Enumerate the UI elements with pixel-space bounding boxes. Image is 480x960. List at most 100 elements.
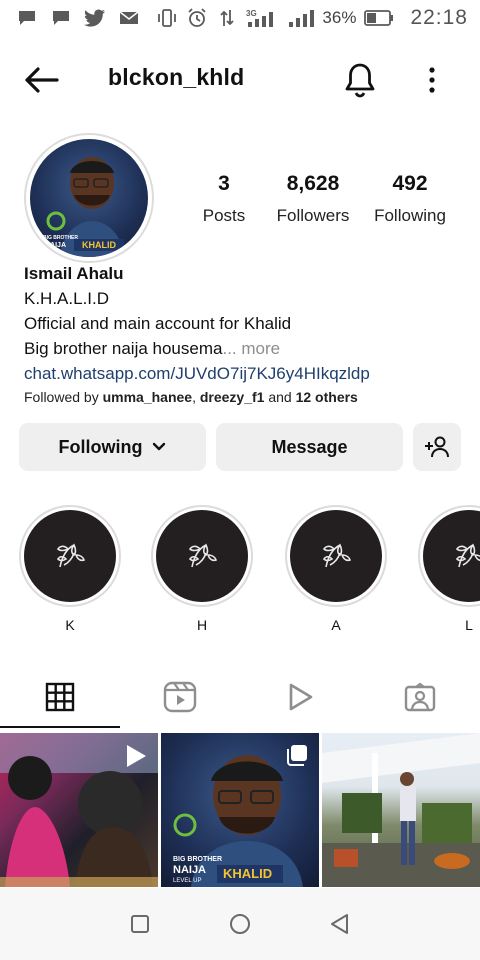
followed-sep: , (192, 389, 200, 405)
add-person-icon (425, 436, 449, 458)
reel-icon (124, 743, 148, 774)
leaf-logo-icon (455, 543, 480, 568)
highlight-ring (151, 505, 253, 607)
profile-avatar-ring[interactable]: BIG BROTHER NAIJA KHALID (24, 133, 154, 263)
posts-grid: BIG BROTHER NAIJA LEVEL UP KHALID (0, 733, 480, 887)
bio-line-2: Big brother naija housema... more (24, 336, 464, 361)
suggested-users-button[interactable] (413, 423, 461, 471)
status-bar: 3G 36% 22:18 (0, 0, 480, 36)
highlight-item[interactable]: L (418, 505, 480, 633)
display-name: Ismail Ahalu (24, 264, 124, 283)
following-button[interactable]: Following (19, 423, 206, 471)
tab-reels[interactable] (240, 666, 360, 728)
posts-label: Posts (202, 206, 246, 225)
svg-text:BIG BROTHER: BIG BROTHER (173, 856, 222, 863)
highlight-ring (19, 505, 121, 607)
following-label: Following (374, 206, 446, 225)
highlight-item[interactable]: A (285, 505, 387, 633)
bio-link[interactable]: chat.whatsapp.com/JUVdO7ij7KJ6y4HIkqzldp (24, 361, 464, 386)
followed-and: and (264, 389, 296, 405)
recent-apps-button[interactable] (120, 904, 160, 944)
profile-header: blckon_khld (0, 52, 480, 108)
highlight-ring (418, 505, 480, 607)
home-button[interactable] (220, 904, 260, 944)
profile-avatar: BIG BROTHER NAIJA KHALID (30, 139, 148, 257)
post-thumbnail[interactable] (0, 733, 158, 887)
message-button-label: Message (271, 436, 348, 457)
battery-percent: 36% (322, 8, 357, 27)
data-arrows-icon (216, 9, 238, 27)
twitter-icon (84, 9, 106, 27)
svg-text:NAIJA: NAIJA (45, 242, 66, 249)
chevron-down-icon (152, 442, 166, 452)
signal-icon (288, 9, 315, 27)
signal-3g-icon: 3G (246, 9, 280, 27)
back-arrow-icon[interactable] (22, 64, 60, 96)
highlight-item[interactable]: K (19, 505, 121, 633)
more-options-icon[interactable] (418, 62, 446, 98)
bell-icon[interactable] (342, 60, 378, 100)
highlight-label: L (465, 617, 473, 633)
vibrate-icon (156, 9, 178, 27)
play-icon (289, 683, 313, 711)
tab-tagged[interactable] (360, 666, 480, 728)
bio-more-link[interactable]: ... more (222, 339, 280, 358)
profile-tabs (0, 666, 480, 728)
profile-username: blckon_khld (108, 64, 245, 90)
avatar-name-tag: KHALID (74, 239, 124, 251)
triangle-back-icon (331, 914, 348, 934)
highlight-cover (156, 510, 248, 602)
multi-post-icon (285, 743, 309, 772)
post-thumbnail[interactable] (322, 733, 480, 887)
leaf-logo-icon (56, 543, 86, 568)
profile-stats: 3 Posts 8,628 Followers 492 Following (190, 172, 460, 226)
svg-text:LEVEL UP: LEVEL UP (173, 878, 201, 884)
leaf-logo-icon (322, 543, 352, 568)
bio-line-2-text: Big brother naija housema (24, 339, 223, 358)
following-stat[interactable]: 492 Following (368, 172, 452, 226)
tab-videos[interactable] (120, 666, 240, 728)
profile-bio: Ismail Ahalu K.H.A.L.I.D Official and ma… (24, 264, 464, 408)
post-name-tag: KHALID (223, 866, 273, 881)
tagged-person-icon (404, 682, 436, 712)
post-thumbnail[interactable]: BIG BROTHER NAIJA LEVEL UP KHALID (161, 733, 319, 887)
highlight-label: K (65, 617, 75, 633)
followers-count: 8,628 (286, 172, 340, 195)
chat-notification-icon (16, 9, 38, 27)
followed-prefix: Followed by (24, 389, 103, 405)
posts-stat[interactable]: 3 Posts (190, 172, 258, 226)
following-button-label: Following (58, 436, 143, 457)
video-icon (163, 681, 197, 713)
highlight-item[interactable]: H (151, 505, 253, 633)
category-text: K.H.A.L.I.D (24, 289, 110, 308)
highlight-ring (285, 505, 387, 607)
tab-posts-grid[interactable] (0, 666, 120, 728)
following-count: 492 (392, 172, 428, 195)
grid-icon (45, 682, 75, 712)
followed-user-2: dreezy_f1 (199, 389, 265, 405)
alarm-icon (186, 8, 208, 27)
followed-by-text[interactable]: Followed by umma_hanee, dreezy_f1 and 12… (24, 386, 464, 408)
highlight-label: A (331, 617, 341, 633)
followers-stat[interactable]: 8,628 Followers (258, 172, 368, 226)
message-notification-icon (50, 9, 72, 27)
bio-line-1: Official and main account for Khalid (24, 314, 292, 333)
followers-label: Followers (276, 206, 350, 225)
system-nav-bar (0, 888, 480, 960)
post-image (322, 733, 480, 887)
leaf-logo-icon (188, 543, 218, 568)
back-button[interactable] (320, 904, 360, 944)
highlight-cover (423, 510, 480, 602)
highlight-label: H (196, 617, 208, 633)
clock: 22:18 (410, 6, 468, 29)
circle-icon (230, 914, 250, 934)
message-button[interactable]: Message (216, 423, 403, 471)
followed-others: 12 others (295, 389, 358, 405)
square-icon (131, 915, 149, 933)
posts-count: 3 (218, 172, 230, 195)
followed-user-1: umma_hanee (102, 389, 193, 405)
story-highlights: K H A L (0, 505, 480, 635)
mail-icon (118, 9, 140, 27)
svg-text:3G: 3G (246, 9, 257, 18)
highlight-cover (24, 510, 116, 602)
